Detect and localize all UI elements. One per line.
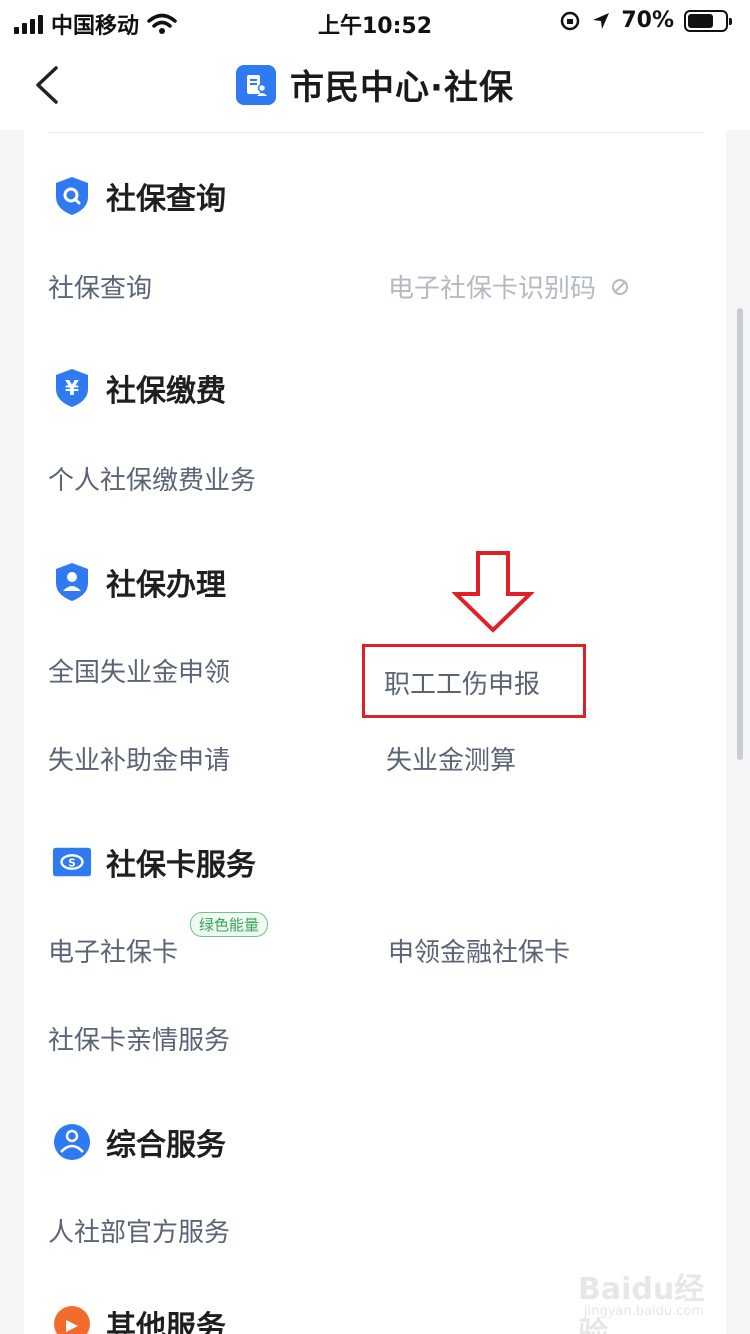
service-list-card: 社保查询 社保查询 电子社保卡识别码 ¥ 社保缴费 个人社保缴费业务 社保办理 <box>24 130 726 1334</box>
watermark-text: Baidu经验 <box>578 1272 705 1334</box>
section-title: 社保办理 <box>106 568 226 603</box>
item-electronic-card[interactable]: 电子社保卡 <box>48 932 178 969</box>
item-financial-card-apply[interactable]: 申领金融社保卡 <box>388 932 570 969</box>
section-header-other: 其他服务 <box>52 1302 226 1334</box>
section-title: 社保查询 <box>106 182 226 217</box>
item-mohrss-official[interactable]: 人社部官方服务 <box>48 1212 230 1249</box>
nav-bar: 市民中心·社保 <box>0 40 750 130</box>
status-bar: 中国移动 上午10:52 70% <box>0 0 750 40</box>
scrollbar[interactable] <box>737 308 743 760</box>
divider <box>48 132 704 133</box>
item-personal-payment[interactable]: 个人社保缴费业务 <box>48 460 256 497</box>
ecard-code-label: 电子社保卡识别码 <box>388 274 597 304</box>
rotation-lock-icon <box>561 11 580 30</box>
item-social-security-query[interactable]: 社保查询 <box>48 268 152 305</box>
item-unemployment-calculator[interactable]: 失业金测算 <box>386 740 516 777</box>
item-unemployment-subsidy[interactable]: 失业补助金申请 <box>48 740 230 777</box>
watermark-url: jingyan.baidu.com <box>584 1304 704 1319</box>
down-arrow-annotation-icon <box>452 551 534 633</box>
section-title: 综合服务 <box>106 1128 226 1163</box>
item-unemployment-claim[interactable]: 全国失业金申领 <box>48 652 230 689</box>
baidu-watermark: Baidu经验 jingyan.baidu.com <box>578 1264 728 1334</box>
nav-title-group: 市民中心·社保 <box>0 60 750 109</box>
battery-percent: 70% <box>621 8 674 33</box>
hidden-icon[interactable] <box>610 277 630 297</box>
svg-text:¥: ¥ <box>65 376 79 400</box>
section-title: 社保缴费 <box>106 374 226 409</box>
citizen-center-logo-icon <box>236 64 277 105</box>
section-header-handling: 社保办理 <box>52 560 226 604</box>
person-shield-icon <box>52 562 92 602</box>
ecard-code-field[interactable]: 电子社保卡识别码 <box>388 268 630 305</box>
page-title: 市民中心·社保 <box>290 68 514 108</box>
section-title: 社保卡服务 <box>106 848 256 883</box>
other-service-icon <box>52 1304 92 1334</box>
location-icon <box>593 12 610 29</box>
section-header-payment: ¥ 社保缴费 <box>52 366 226 410</box>
highlight-box-annotation <box>362 644 586 718</box>
section-header-general: 综合服务 <box>52 1120 226 1164</box>
green-energy-badge: 绿色能量 <box>190 912 269 937</box>
section-title: 其他服务 <box>106 1310 226 1334</box>
search-shield-icon <box>52 176 92 216</box>
status-right: 70% <box>559 8 732 33</box>
battery-fill <box>688 13 714 28</box>
item-family-card-service[interactable]: 社保卡亲情服务 <box>48 1020 230 1057</box>
battery-icon <box>684 9 732 32</box>
yuan-shield-icon: ¥ <box>52 368 92 408</box>
card-icon: S <box>52 842 92 882</box>
section-header-query: 社保查询 <box>52 174 226 218</box>
section-header-card: S 社保卡服务 <box>52 840 256 884</box>
svg-text:S: S <box>68 858 76 870</box>
person-circle-icon <box>52 1122 92 1162</box>
